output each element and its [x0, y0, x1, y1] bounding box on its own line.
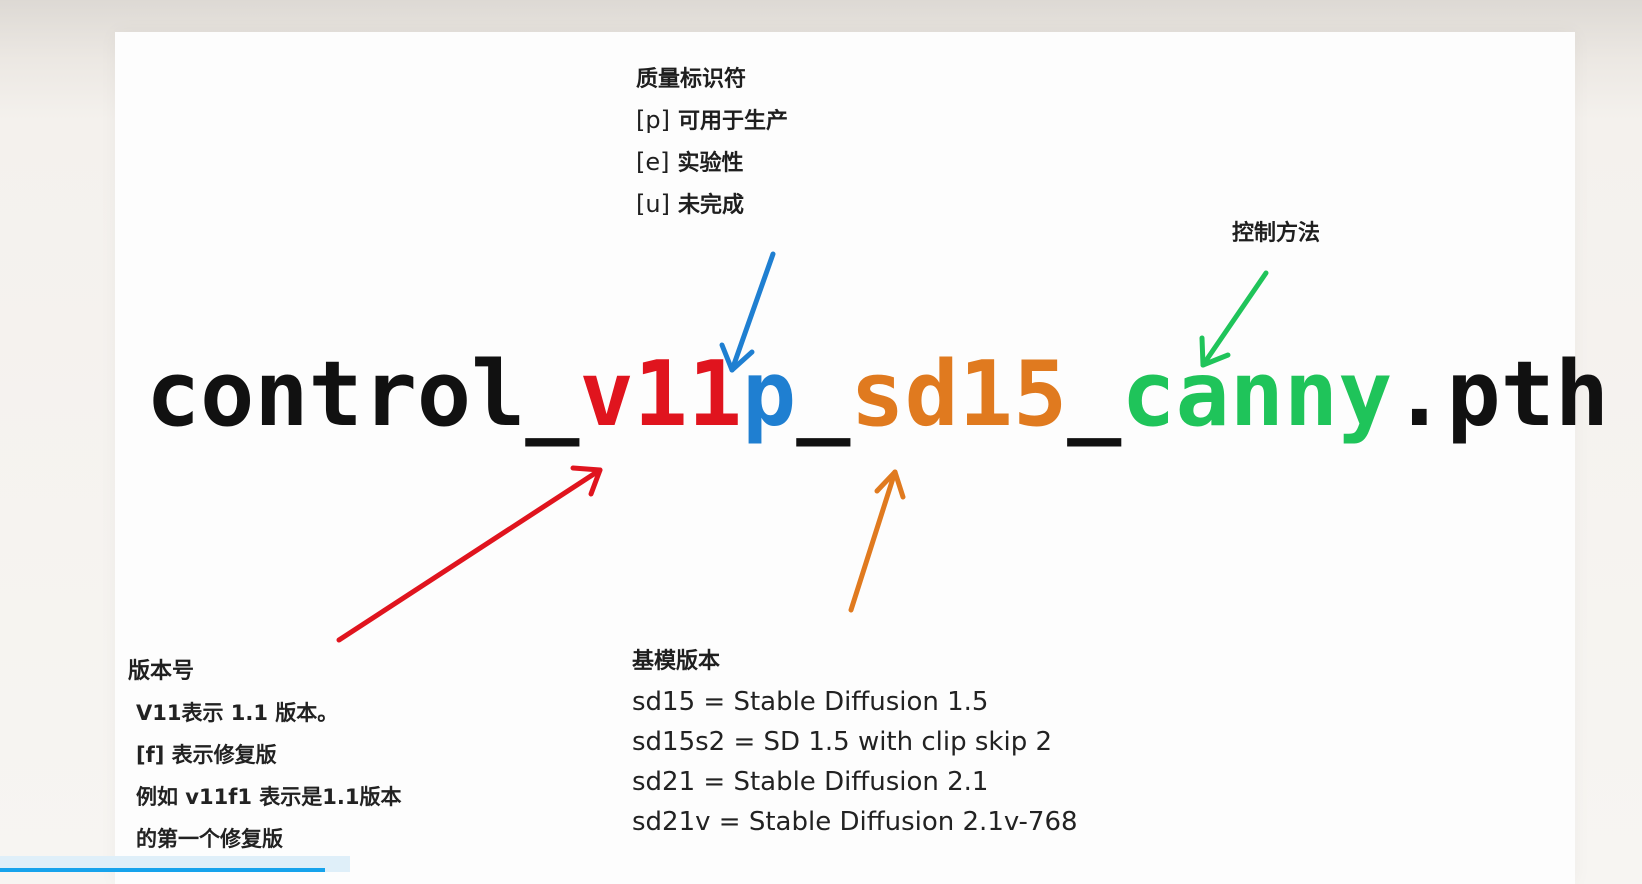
quality-desc: 可用于生产	[677, 109, 788, 134]
quality-code: [p]	[636, 106, 670, 134]
base-line: sd21 = Stable Diffusion 2.1	[632, 767, 989, 797]
quality-code: [e]	[636, 148, 670, 176]
base-model-note: 基模版本 sd15 = Stable Diffusion 1.5 sd15s2 …	[632, 642, 1078, 842]
quality-code: [u]	[636, 190, 670, 218]
base-heading: 基模版本	[632, 649, 721, 674]
filename-display: control_v11p_sd15_canny.pth	[146, 350, 1609, 440]
video-progress-fill	[0, 868, 326, 872]
control-method-note: 控制方法	[1232, 214, 1320, 254]
version-line: 例如 v11f1 表示是1.1版本	[136, 785, 402, 809]
base-line: sd21v = Stable Diffusion 2.1v-768	[632, 807, 1078, 837]
version-line: V11表示 1.1 版本。	[136, 701, 339, 725]
filename-quality: p	[742, 342, 797, 447]
filename-method: canny	[1121, 342, 1393, 447]
filename-version: v11	[579, 342, 743, 447]
base-line: sd15s2 = SD 1.5 with clip skip 2	[632, 727, 1053, 757]
base-line: sd15 = Stable Diffusion 1.5	[632, 687, 989, 717]
quality-item: [p] 可用于生产	[636, 100, 788, 142]
quality-item: [e] 实验性	[636, 142, 788, 184]
filename-prefix: control_	[146, 342, 580, 447]
filename-separator: _	[1067, 342, 1122, 447]
version-number-note: 版本号 V11表示 1.1 版本。 [f] 表示修复版 例如 v11f1 表示是…	[128, 652, 401, 860]
filename-base-model: sd15	[850, 342, 1068, 447]
filename-separator: _	[796, 342, 851, 447]
quality-desc: 未完成	[677, 193, 744, 218]
quality-identifier-note: 质量标识符 [p] 可用于生产 [e] 实验性 [u] 未完成	[636, 60, 788, 226]
method-heading: 控制方法	[1232, 221, 1321, 246]
version-line: [f] 表示修复版	[136, 743, 277, 767]
version-heading: 版本号	[128, 659, 195, 684]
quality-desc: 实验性	[677, 151, 744, 176]
filename-extension: .pth	[1392, 342, 1610, 447]
quality-item: [u] 未完成	[636, 184, 788, 226]
quality-heading: 质量标识符	[636, 67, 747, 92]
version-line: 的第一个修复版	[136, 827, 283, 851]
